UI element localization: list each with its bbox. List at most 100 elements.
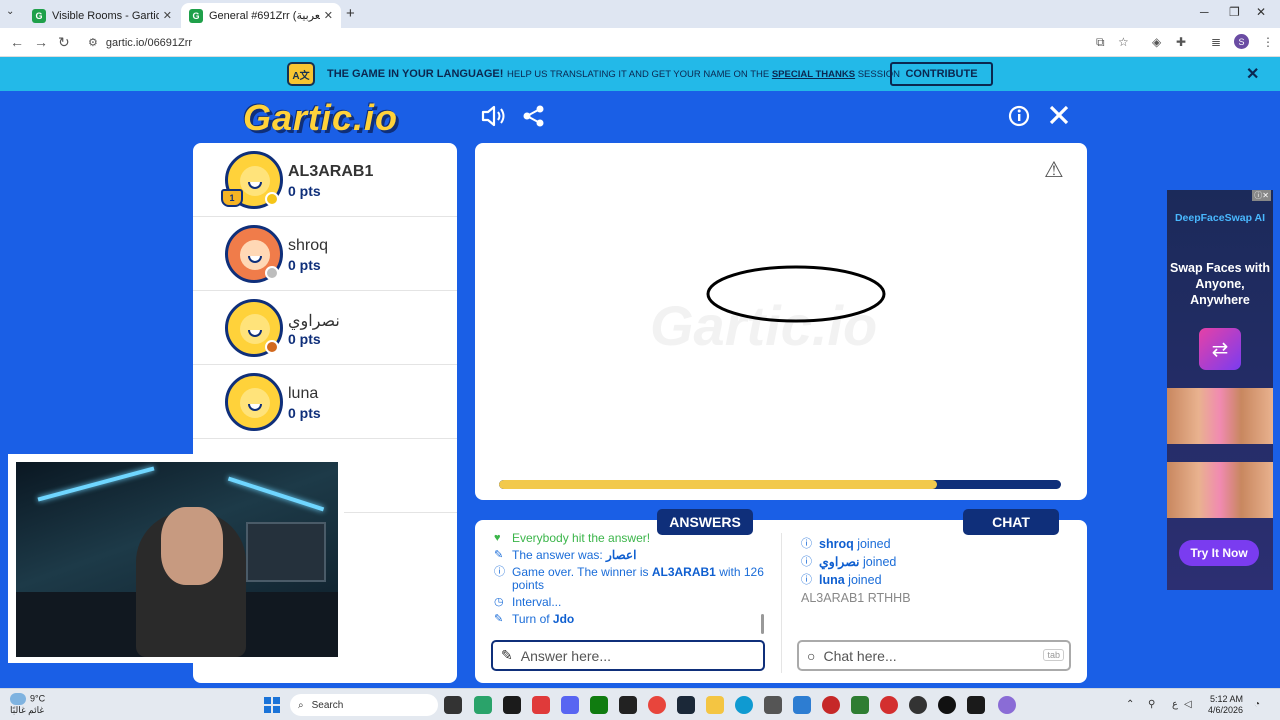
- taskbar-clock[interactable]: 5:12 AM 4/6/2026: [1201, 694, 1243, 716]
- browser-tabstrip: ⌄ G Visible Rooms - Gartic.io ✕ G Genera…: [0, 0, 1280, 28]
- app-icon[interactable]: [938, 696, 956, 714]
- answer-message: ♥ Everybody hit the answer!: [494, 532, 764, 545]
- app-icon[interactable]: [822, 696, 840, 714]
- side-advertisement[interactable]: ⓘ✕ DeepFaceSwap AI Swap Faces with Anyon…: [1167, 190, 1273, 590]
- edge-icon[interactable]: [735, 696, 753, 714]
- extension-icon[interactable]: ◈: [1152, 35, 1161, 49]
- xbox-icon[interactable]: [590, 696, 608, 714]
- close-banner-icon[interactable]: ✕: [1246, 64, 1259, 84]
- volume-icon[interactable]: ◁: [1184, 699, 1192, 710]
- windows-taskbar: 9°C غائم غالبًا ⌕ Search ⌃ ⚲ ع ◁ 5:12 AM…: [0, 688, 1280, 720]
- chrome-icon[interactable]: [648, 696, 666, 714]
- banner-headline: THE GAME IN YOUR LANGUAGE!: [327, 68, 504, 80]
- close-window-icon[interactable]: ✕: [1256, 5, 1266, 19]
- app-icon[interactable]: [764, 696, 782, 714]
- tab-chat[interactable]: CHAT: [963, 509, 1059, 535]
- notifications-icon[interactable]: ◔: [1254, 699, 1260, 710]
- info-icon: ⓘ: [801, 556, 812, 568]
- search-icon: ○: [807, 647, 816, 664]
- address-bar[interactable]: ⚙ gartic.io/06691Zrr: [84, 32, 1144, 53]
- tray-chevron-icon[interactable]: ⌃: [1126, 699, 1134, 710]
- file-explorer-icon[interactable]: [706, 696, 724, 714]
- special-thanks-link[interactable]: SPECIAL THANKS: [772, 69, 855, 80]
- bookmark-star-icon[interactable]: ☆: [1118, 35, 1129, 49]
- app-icon[interactable]: [474, 696, 492, 714]
- sound-icon[interactable]: [481, 104, 507, 135]
- url-text: gartic.io/06691Zrr: [105, 36, 193, 49]
- answers-scrollbar[interactable]: [761, 614, 764, 634]
- player-row[interactable]: shroq 0 pts: [193, 217, 457, 291]
- message-text: Turn of: [512, 612, 553, 626]
- chat-placeholder: Chat here...: [823, 647, 897, 664]
- input-language[interactable]: ع: [1172, 699, 1178, 710]
- profile-avatar[interactable]: S: [1234, 34, 1249, 49]
- search-icon: ⌕: [298, 699, 304, 711]
- close-tab-icon[interactable]: ✕: [163, 9, 172, 22]
- menu-kebab-icon[interactable]: ⋮: [1262, 35, 1274, 49]
- chat-user: luna: [819, 573, 845, 587]
- steam-icon[interactable]: [677, 696, 695, 714]
- translate-icon: A文: [287, 62, 315, 86]
- clock-time: 5:12 AM: [1209, 694, 1243, 704]
- player-row[interactable]: luna 0 pts: [193, 365, 457, 439]
- nvidia-icon[interactable]: [851, 696, 869, 714]
- exit-room-icon[interactable]: [1048, 104, 1070, 133]
- chat-input[interactable]: ○ Chat here... tab: [797, 640, 1071, 671]
- windows-start-icon[interactable]: [264, 697, 280, 713]
- winner-name: AL3ARAB1: [651, 565, 716, 579]
- answers-log: ♥ Everybody hit the answer! ✎ The answer…: [494, 532, 764, 636]
- share-icon[interactable]: [523, 105, 545, 134]
- status-dot: [265, 266, 279, 280]
- info-icon: ⓘ: [494, 566, 505, 578]
- obs-icon[interactable]: [619, 696, 637, 714]
- answer-input[interactable]: ✎ Answer here...: [491, 640, 765, 671]
- new-tab-icon[interactable]: +: [346, 5, 355, 22]
- drawing-canvas[interactable]: Gartic.io ⚠: [475, 143, 1087, 500]
- ad-cta-button[interactable]: Try It Now: [1179, 540, 1259, 566]
- app-icon[interactable]: [793, 696, 811, 714]
- pencil-icon: ✎: [494, 549, 504, 561]
- app-icon[interactable]: [998, 696, 1016, 714]
- swap-arrows-icon: ⇄: [1199, 328, 1241, 370]
- clock-date: 4/6/2026: [1207, 705, 1243, 715]
- close-tab-icon[interactable]: ✕: [324, 9, 333, 22]
- maximize-icon[interactable]: ❐: [1229, 5, 1240, 19]
- discord-icon[interactable]: [561, 696, 579, 714]
- app-icon[interactable]: [909, 696, 927, 714]
- info-icon[interactable]: [1008, 105, 1030, 134]
- site-info-icon[interactable]: ⚙: [88, 36, 98, 49]
- tab-search-menu-icon[interactable]: ⌄: [6, 6, 14, 17]
- app-icon[interactable]: [503, 696, 521, 714]
- minimize-icon[interactable]: ─: [1200, 5, 1209, 19]
- message-text: Everybody hit the answer!: [512, 532, 651, 545]
- player-row[interactable]: 1 AL3ARAB1 0 pts: [193, 143, 457, 217]
- network-icon[interactable]: ⚲: [1148, 699, 1155, 710]
- answer-message: ⓘ Game over. The winner is AL3ARAB1 with…: [494, 566, 764, 592]
- weather-widget[interactable]: 9°C غائم غالبًا: [10, 693, 45, 715]
- reading-list-icon[interactable]: ≣: [1211, 35, 1221, 49]
- banner-sub-prefix: HELP US TRANSLATING IT AND GET YOUR NAME…: [507, 69, 770, 80]
- app-icon[interactable]: [967, 696, 985, 714]
- ad-close-icon[interactable]: ⓘ✕: [1252, 190, 1271, 201]
- tab-visible-rooms[interactable]: G Visible Rooms - Gartic.io ✕: [24, 3, 180, 28]
- status-dot: [265, 340, 279, 354]
- chat-message: AL3ARAB1 RTHHB: [801, 592, 1071, 605]
- back-icon[interactable]: ←: [10, 34, 24, 50]
- app-icon[interactable]: [880, 696, 898, 714]
- contribute-button[interactable]: CONTRIBUTE: [890, 62, 993, 86]
- extensions-puzzle-icon[interactable]: ✚: [1176, 35, 1186, 49]
- taskbar-search[interactable]: ⌕ Search: [290, 694, 438, 716]
- ad-headline: Swap Faces with Anyone, Anywhere: [1169, 261, 1271, 307]
- panel-divider: [781, 533, 782, 673]
- reload-icon[interactable]: ↻: [58, 34, 70, 51]
- task-view-icon[interactable]: [444, 696, 462, 714]
- info-icon: ⓘ: [801, 538, 812, 550]
- install-app-icon[interactable]: ⧉: [1096, 35, 1105, 50]
- chat-user: shroq: [819, 537, 854, 551]
- info-icon: ⓘ: [801, 574, 812, 586]
- app-icon[interactable]: [532, 696, 550, 714]
- chat-text: RTHHB: [864, 591, 911, 605]
- player-row[interactable]: نصراوي 0 pts: [193, 291, 457, 365]
- tab-general-room[interactable]: G General #691Zrr (العربية) - Gartic ✕: [181, 3, 341, 28]
- forward-icon[interactable]: →: [34, 34, 48, 50]
